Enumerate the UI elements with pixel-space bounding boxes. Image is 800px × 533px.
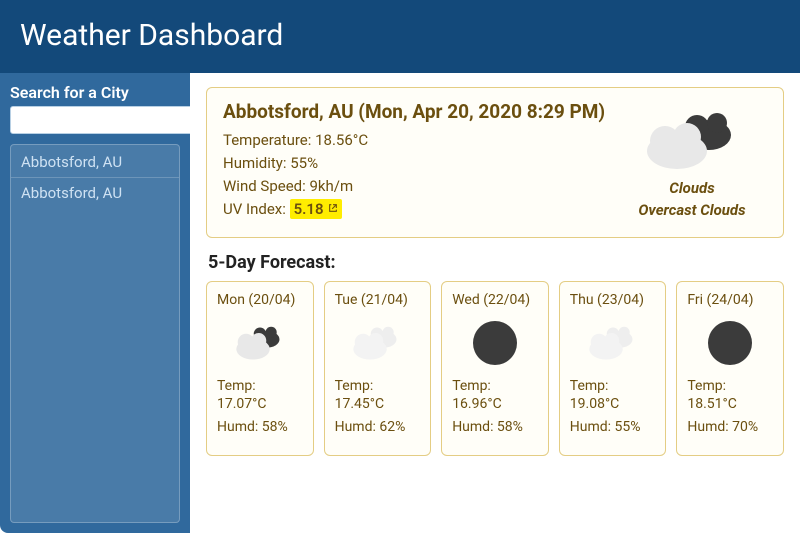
current-metrics: Abbotsford, AU (Mon, Apr 20, 2020 8:29 P… [223,100,607,223]
forecast-card: Fri (24/04) Temp: 18.51°C Humd: 70% [676,281,784,456]
cloud-light-icon [335,314,421,372]
forecast-date: Wed (22/04) [452,292,538,308]
sun-dark-icon [687,314,773,372]
forecast-temp: Temp: 17.45°C [335,378,421,413]
forecast-date: Tue (21/04) [335,292,421,308]
forecast-date: Mon (20/04) [217,292,303,308]
wind-line: Wind Speed: 9kh/m [223,177,607,195]
uv-value: 5.18 [294,200,324,218]
forecast-date: Thu (23/04) [570,292,656,308]
forecast-humd: Humd: 55% [570,419,656,437]
condition-main: Clouds [669,179,714,197]
search-row [10,106,180,134]
humidity-line: Humidity: 55% [223,154,607,172]
uv-badge[interactable]: 5.18 [290,199,343,219]
forecast-card: Tue (21/04) Temp: 17.45°C Humd: 62% [324,281,432,456]
history-item[interactable]: Abbotsford, AU [11,147,179,178]
forecast-humd: Humd: 70% [687,419,773,437]
forecast-card: Mon (20/04) Temp: 17.07°C Humd: 58% [206,281,314,456]
forecast-temp: Temp: 18.51°C [687,378,773,413]
forecast-row: Mon (20/04) Temp: 17.07°C Humd: 58% Tue … [206,281,784,456]
forecast-card: Wed (22/04) Temp: 16.96°C Humd: 58% [441,281,549,456]
search-input[interactable] [10,106,205,134]
forecast-temp: Temp: 19.08°C [570,378,656,413]
forecast-humd: Humd: 58% [217,419,303,437]
forecast-humd: Humd: 62% [335,419,421,437]
condition-desc: Overcast Clouds [638,201,745,219]
search-history: Abbotsford, AU Abbotsford, AU [10,144,180,523]
content-area: Abbotsford, AU (Mon, Apr 20, 2020 8:29 P… [190,73,800,533]
current-weather-card: Abbotsford, AU (Mon, Apr 20, 2020 8:29 P… [206,87,784,238]
sun-dark-icon [452,314,538,372]
current-condition: Clouds Overcast Clouds [617,100,767,223]
search-label: Search for a City [10,83,180,102]
forecast-date: Fri (24/04) [687,292,773,308]
forecast-title: 5-Day Forecast: [208,252,784,273]
forecast-card: Thu (23/04) Temp: 19.08°C Humd: 55% [559,281,667,456]
main-layout: Search for a City Abbotsford, AU Abbotsf… [0,73,800,533]
forecast-temp: Temp: 16.96°C [452,378,538,413]
cloud-light-icon [570,314,656,372]
forecast-temp: Temp: 17.07°C [217,378,303,413]
page-title: Weather Dashboard [20,18,780,53]
history-item[interactable]: Abbotsford, AU [11,178,179,208]
temperature-line: Temperature: 18.56°C [223,131,607,149]
app-header: Weather Dashboard [0,0,800,73]
search-section: Search for a City [10,83,180,134]
external-link-icon [326,203,339,216]
cloud-dark-icon [217,314,303,372]
sidebar: Search for a City Abbotsford, AU Abbotsf… [0,73,190,533]
city-title: Abbotsford, AU (Mon, Apr 20, 2020 8:29 P… [223,100,607,123]
cloud-overcast-icon [637,105,747,175]
forecast-humd: Humd: 58% [452,419,538,437]
uv-line: UV Index: 5.18 [223,200,607,218]
uv-prefix: UV Index: [223,200,290,218]
